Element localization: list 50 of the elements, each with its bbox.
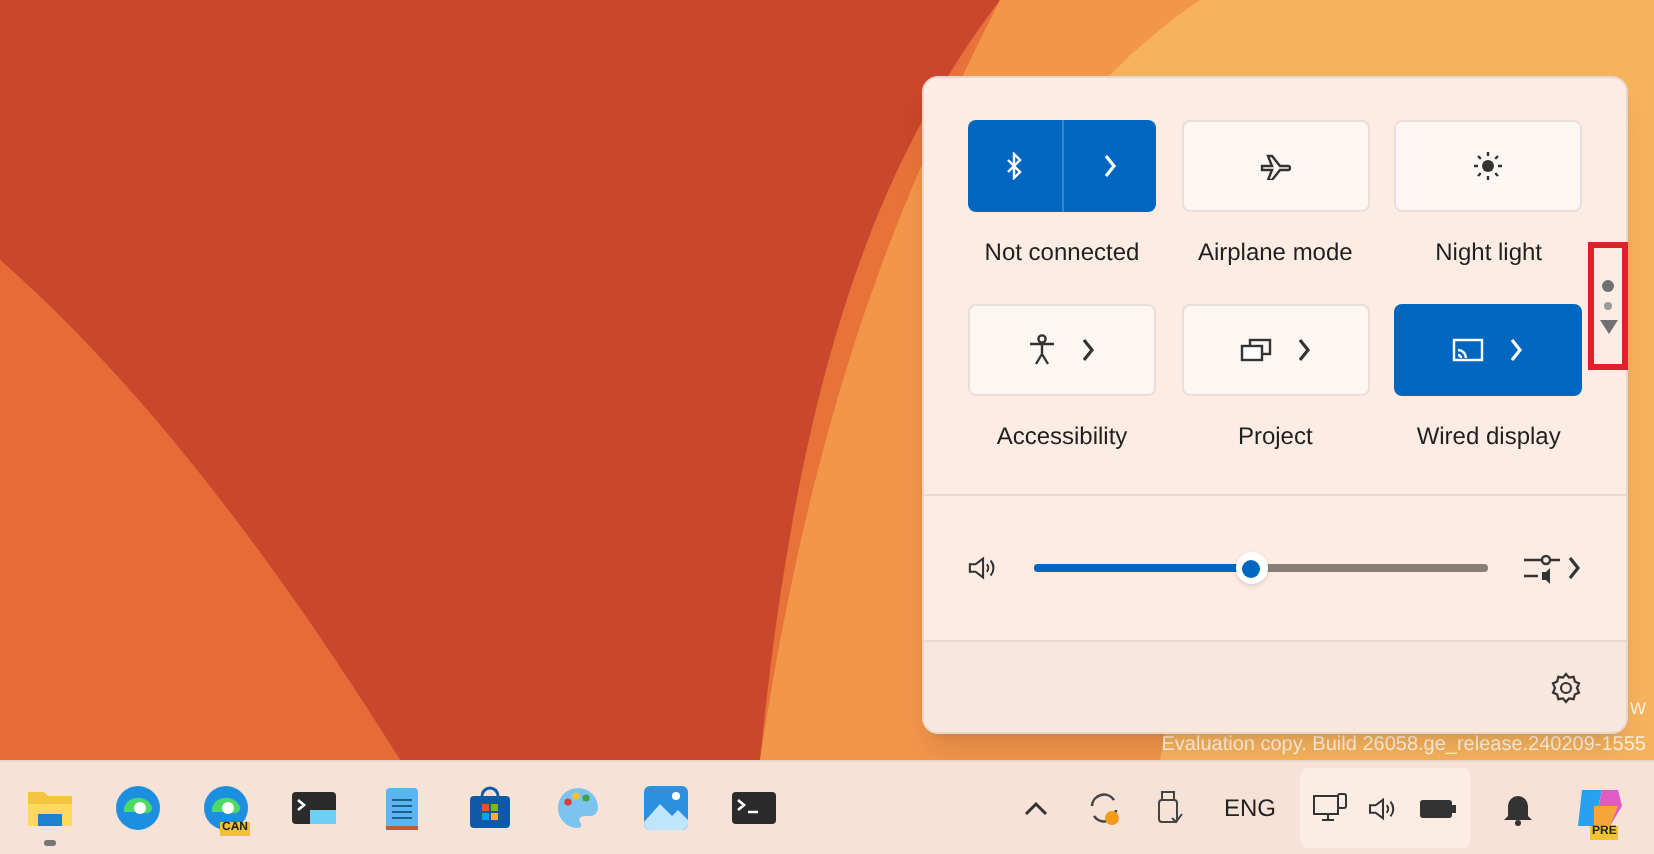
desktop-text: w bbox=[1630, 696, 1646, 720]
chevron-icon bbox=[1566, 556, 1582, 580]
sun-icon bbox=[1474, 152, 1503, 180]
palette-icon bbox=[554, 784, 602, 832]
volume-slider[interactable] bbox=[1034, 552, 1488, 584]
quick-setting-tile[interactable] bbox=[1181, 120, 1370, 212]
tile-label: Project bbox=[1237, 420, 1313, 454]
bluetooth-icon bbox=[1004, 152, 1025, 180]
tile-label: Night light bbox=[1435, 236, 1543, 270]
usb-drive-icon[interactable] bbox=[1155, 790, 1184, 826]
chevron-icon bbox=[1508, 338, 1525, 362]
language-indicator[interactable]: ENG bbox=[1223, 790, 1276, 826]
slider-thumb[interactable] bbox=[1235, 552, 1268, 584]
battery-icon bbox=[1418, 796, 1458, 820]
speaker-icon bbox=[1368, 795, 1398, 821]
terminal-icon bbox=[730, 788, 778, 828]
monitor-icon bbox=[1312, 792, 1348, 824]
audio-output-button[interactable] bbox=[1524, 552, 1582, 584]
chevron-up-icon[interactable] bbox=[1023, 800, 1048, 816]
airplane-icon bbox=[1259, 152, 1292, 180]
tile-label: Airplane mode bbox=[1197, 236, 1353, 270]
desktop-text: Evaluation copy. Build 26058.ge_release.240209-1555 bbox=[1161, 734, 1646, 758]
down-arrow-icon[interactable] bbox=[1599, 319, 1617, 333]
quick-setting-tile[interactable] bbox=[968, 304, 1156, 396]
chevron-icon bbox=[1101, 154, 1118, 178]
tile-label: Accessibility bbox=[996, 420, 1128, 454]
project-icon bbox=[1239, 337, 1272, 363]
folder-icon bbox=[26, 786, 74, 830]
bell-icon[interactable] bbox=[1502, 790, 1534, 826]
running-indicator bbox=[44, 840, 56, 846]
speaker-icon[interactable] bbox=[968, 554, 999, 582]
quick-setting-tile[interactable] bbox=[1181, 304, 1370, 396]
notepad-icon bbox=[382, 784, 422, 832]
terminal-icon bbox=[290, 788, 338, 828]
quick-setting-tile[interactable] bbox=[1394, 120, 1583, 212]
quick-setting-tile[interactable] bbox=[968, 120, 1156, 212]
chevron-icon bbox=[1295, 338, 1312, 362]
tile-label: Not connected bbox=[984, 236, 1140, 270]
cast-icon bbox=[1452, 338, 1485, 362]
tile-label: Wired display bbox=[1416, 420, 1561, 454]
quick-setting-tile[interactable] bbox=[1394, 304, 1583, 396]
settings-icon[interactable] bbox=[1550, 671, 1582, 703]
system-status-button[interactable] bbox=[1300, 768, 1470, 848]
photos-icon bbox=[642, 784, 690, 832]
mixer-icon bbox=[1524, 552, 1560, 584]
browser-icon bbox=[202, 784, 250, 832]
browser-icon bbox=[114, 784, 162, 832]
accessibility-icon bbox=[1028, 334, 1056, 366]
chevron-icon bbox=[1080, 338, 1096, 362]
store-icon bbox=[466, 784, 514, 832]
